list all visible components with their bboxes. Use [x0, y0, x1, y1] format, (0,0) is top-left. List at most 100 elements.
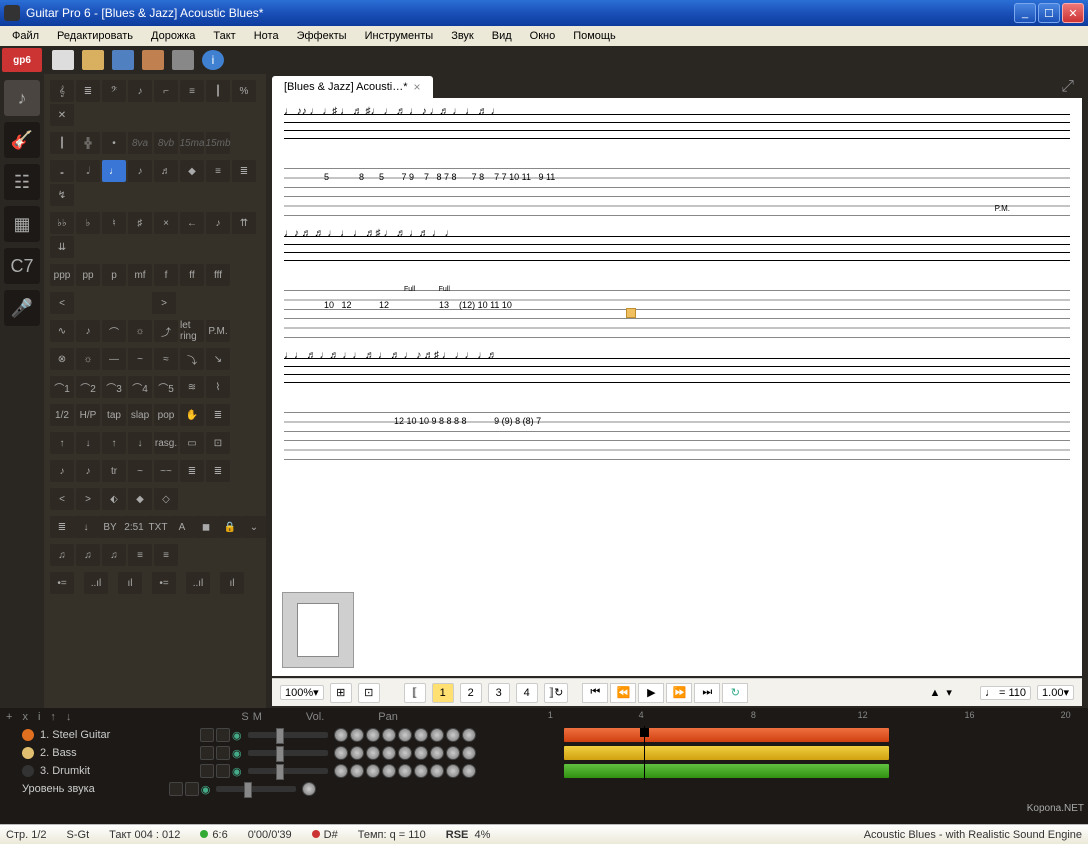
panel-row5-6[interactable]: fff: [206, 264, 230, 286]
track-knob[interactable]: [398, 728, 412, 742]
track-knob[interactable]: [350, 764, 364, 778]
panel-row14-2[interactable]: BY: [98, 516, 122, 538]
track-volume-fader[interactable]: [248, 732, 328, 738]
tooltab-chord-icon[interactable]: C7: [4, 248, 40, 284]
track-knob[interactable]: [366, 746, 380, 760]
track-knob[interactable]: [382, 728, 396, 742]
track-pan-knob[interactable]: [334, 764, 348, 778]
track-row-1[interactable]: 2. Bass ◉: [0, 744, 1088, 762]
panel-row15-0[interactable]: ♫: [50, 544, 74, 566]
track-eq-icon[interactable]: ◉: [232, 747, 242, 760]
panel-row6-1[interactable]: >: [152, 292, 176, 314]
panel-row2-6[interactable]: 15mb: [206, 132, 230, 154]
track-row-2[interactable]: 3. Drumkit ◉: [0, 762, 1088, 780]
panel-row12-2[interactable]: tr: [102, 460, 126, 482]
track-knob[interactable]: [462, 764, 476, 778]
track-knob[interactable]: [414, 746, 428, 760]
panel-row5-5[interactable]: ff: [180, 264, 204, 286]
panel-row9-0[interactable]: ⌒1: [50, 376, 74, 398]
menu-sound[interactable]: Звук: [443, 28, 482, 44]
track-volume-fader[interactable]: [248, 750, 328, 756]
playhead-marker[interactable]: [640, 728, 649, 737]
open-button[interactable]: [82, 50, 104, 70]
minimize-button[interactable]: _: [1014, 3, 1036, 23]
panel-row9-3[interactable]: ⌒4: [128, 376, 152, 398]
panel-row1-3[interactable]: ♪: [128, 80, 152, 102]
panel-row12-6[interactable]: ≣: [206, 460, 230, 482]
panel-row3-8[interactable]: ↯: [50, 184, 74, 206]
print-button[interactable]: [172, 50, 194, 70]
panel-row3-7[interactable]: ≣: [232, 160, 256, 182]
panel-row3-6[interactable]: ≡: [206, 160, 230, 182]
track-solo[interactable]: [200, 728, 214, 742]
track-knob[interactable]: [382, 746, 396, 760]
panel-row4-0[interactable]: ♭♭: [50, 212, 74, 234]
track-knob[interactable]: [414, 764, 428, 778]
metronome-icon[interactable]: ▲: [930, 687, 941, 699]
panel-row3-2[interactable]: ♩: [102, 160, 126, 182]
document-tab[interactable]: [Blues & Jazz] Acousti…* ×: [272, 76, 433, 98]
panel-row3-5[interactable]: ◆: [180, 160, 204, 182]
panel-row8-6[interactable]: ↘: [206, 348, 230, 370]
panel-row14-8[interactable]: ⌄: [242, 516, 266, 538]
panel-row10-3[interactable]: slap: [128, 404, 152, 426]
panel-row10-4[interactable]: pop: [154, 404, 178, 426]
panel-row2-2[interactable]: •: [102, 132, 126, 154]
track-knob[interactable]: [446, 746, 460, 760]
del-track-button[interactable]: x: [22, 711, 28, 723]
measure-4[interactable]: 4: [516, 683, 538, 703]
master-mute[interactable]: [185, 782, 199, 796]
info-button[interactable]: i: [202, 50, 224, 70]
panel-row2-5[interactable]: 15ma: [180, 132, 204, 154]
panel-row13-2[interactable]: ⬖: [102, 488, 126, 510]
measure-2[interactable]: 2: [460, 683, 482, 703]
panel-row5-1[interactable]: pp: [76, 264, 100, 286]
panel-row8-5[interactable]: ⤵: [180, 348, 204, 370]
panel-row3-1[interactable]: 𝅗𝅥: [76, 160, 100, 182]
panel-row3-0[interactable]: 𝅝: [50, 160, 74, 182]
menu-edit[interactable]: Редактировать: [49, 28, 141, 44]
panel-row10-5[interactable]: ✋: [180, 404, 204, 426]
panel-row16-5[interactable]: ıl: [220, 572, 244, 594]
panel-row7-3[interactable]: ☼: [128, 320, 152, 342]
panel-row10-0[interactable]: 1/2: [50, 404, 74, 426]
panel-row16-1[interactable]: ..ıl: [84, 572, 108, 594]
panel-row1-1[interactable]: ≣: [76, 80, 100, 102]
panel-row14-1[interactable]: ↓: [74, 516, 98, 538]
panel-row4-1[interactable]: ♭: [76, 212, 100, 234]
last-button[interactable]: ⏭: [694, 683, 720, 703]
panel-row11-3[interactable]: ↓: [128, 432, 152, 454]
panel-row16-4[interactable]: ..ıl: [186, 572, 210, 594]
track-knob[interactable]: [414, 728, 428, 742]
panel-row14-3[interactable]: 2:51: [122, 516, 146, 538]
zoom-select[interactable]: 100% ▾: [280, 685, 324, 700]
speed-field[interactable]: 1.00 ▾: [1037, 685, 1074, 700]
track-mute[interactable]: [216, 728, 230, 742]
panel-row7-2[interactable]: ⌒: [102, 320, 126, 342]
panel-row13-1[interactable]: >: [76, 488, 100, 510]
panel-row1-8[interactable]: ✕: [50, 104, 74, 126]
panel-row1-6[interactable]: ┃: [206, 80, 230, 102]
track-knob[interactable]: [430, 764, 444, 778]
add-track-button[interactable]: +: [6, 711, 12, 723]
tab-close-icon[interactable]: ×: [414, 80, 421, 94]
panel-row2-1[interactable]: ╬: [76, 132, 100, 154]
panel-row6-0[interactable]: <: [50, 292, 74, 314]
panel-row8-1[interactable]: ☼: [76, 348, 100, 370]
panel-row13-3[interactable]: ◆: [128, 488, 152, 510]
panel-row11-1[interactable]: ↓: [76, 432, 100, 454]
panel-row1-7[interactable]: %: [232, 80, 256, 102]
loop-button[interactable]: ↻: [722, 683, 748, 703]
export-button[interactable]: [142, 50, 164, 70]
track-mute[interactable]: [216, 764, 230, 778]
panel-row1-4[interactable]: ⌐: [154, 80, 178, 102]
track-mute[interactable]: [216, 746, 230, 760]
measure-1[interactable]: 1: [432, 683, 454, 703]
panel-row2-3[interactable]: 8va: [128, 132, 152, 154]
panel-row11-4[interactable]: rasg.: [154, 432, 178, 454]
panel-row1-5[interactable]: ≡: [180, 80, 204, 102]
track-solo[interactable]: [200, 746, 214, 760]
panel-row14-7[interactable]: 🔒: [218, 516, 242, 538]
countdown-icon[interactable]: ▾: [946, 686, 952, 699]
panel-row7-6[interactable]: P.M.: [206, 320, 230, 342]
